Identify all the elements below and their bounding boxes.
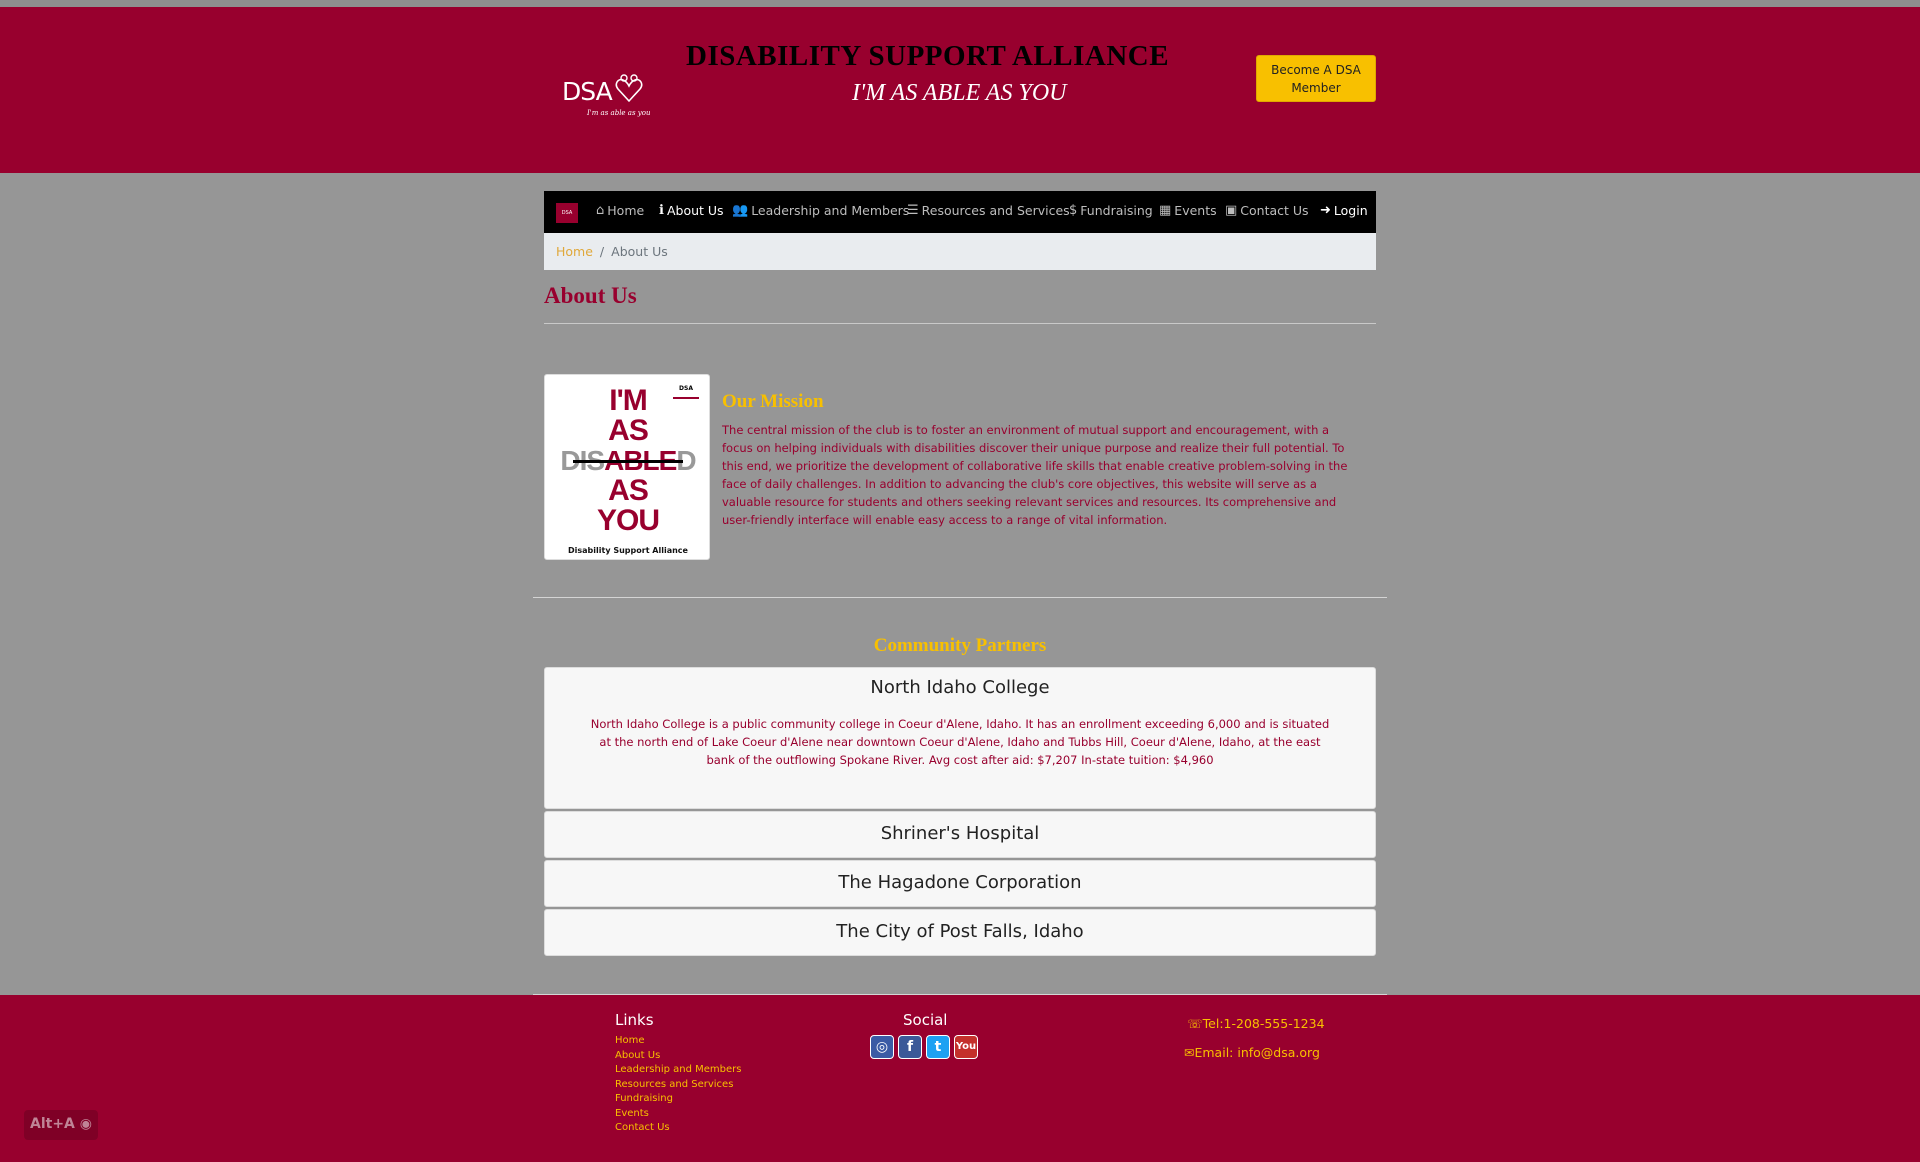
partner-name: North Idaho College [870, 677, 1050, 698]
logo-text: DSA [562, 77, 613, 106]
twitter-icon[interactable]: t [926, 1035, 950, 1059]
nav-label: Events [1174, 203, 1217, 218]
logo-tagline: I'm as able as you [587, 109, 651, 117]
footer-link-leadership[interactable]: Leadership and Members [615, 1063, 741, 1078]
nav-item-leadership[interactable]: 👥 Leadership and Members [732, 203, 909, 218]
info-icon: ℹ [659, 203, 664, 218]
partner-name: The City of Post Falls, Idaho [836, 921, 1084, 942]
footer-email[interactable]: ✉Email: info@dsa.org [1184, 1045, 1320, 1060]
breadcrumb-current: About Us [611, 244, 668, 259]
nav-item-contact[interactable]: ▣ Contact Us [1225, 203, 1309, 218]
site-footer: Links Home About Us Leadership and Membe… [0, 995, 1920, 1162]
partner-card-shriners-hospital[interactable]: Shriner's Hospital [544, 811, 1376, 858]
nav-item-home[interactable]: ⌂ Home [596, 203, 644, 218]
partner-name: The Hagadone Corporation [838, 872, 1082, 893]
footer-link-home[interactable]: Home [615, 1034, 741, 1049]
sign-in-icon: ➜ [1320, 203, 1331, 218]
accessibility-icon: ◉ [79, 1116, 92, 1132]
email-text: Email: info@dsa.org [1194, 1045, 1320, 1060]
calendar-icon: ▦ [1159, 203, 1172, 218]
heart-hands-icon [615, 74, 643, 103]
nav-label: Home [607, 203, 645, 218]
footer-link-fundraising[interactable]: Fundraising [615, 1092, 741, 1107]
partner-card-north-idaho-college[interactable]: North Idaho College North Idaho College … [544, 667, 1376, 809]
poster-footer: Disability Support Alliance [568, 546, 688, 555]
nav-label: Resources and Services [921, 203, 1070, 218]
home-icon: ⌂ [596, 203, 605, 218]
dsa-logo[interactable]: DSA I'm as able as you [560, 69, 660, 125]
divider [544, 323, 1376, 324]
partner-card-post-falls[interactable]: The City of Post Falls, Idaho [544, 909, 1376, 956]
phone-icon: ☏ [1187, 1016, 1203, 1031]
breadcrumb-home-link[interactable]: Home [556, 244, 593, 259]
nav-item-resources[interactable]: ☰ Resources and Services [907, 203, 1070, 218]
partner-name: Shriner's Hospital [880, 823, 1040, 844]
dollar-icon: $ [1069, 203, 1078, 218]
footer-link-about[interactable]: About Us [615, 1049, 741, 1064]
nav-label: Fundraising [1080, 203, 1153, 218]
instagram-icon[interactable]: ◎ [870, 1035, 894, 1059]
footer-phone[interactable]: ☏Tel:1-208-555-1234 [1187, 1016, 1325, 1031]
partner-description: North Idaho College is a public communit… [590, 717, 1330, 767]
nav-label: Leadership and Members [751, 203, 910, 218]
divider [533, 597, 1387, 598]
poster-line: AS [608, 414, 649, 447]
widget-label: Alt+A [30, 1116, 75, 1132]
envelope-icon: ✉ [1184, 1045, 1195, 1060]
social-icons: ◎ f t You [870, 1035, 978, 1059]
footer-links: Home About Us Leadership and Members Res… [615, 1034, 741, 1136]
poster-line: I'M [609, 384, 647, 417]
footer-social-heading: Social [903, 1011, 948, 1029]
partners-heading: Community Partners [873, 635, 1047, 656]
nav-item-login[interactable]: ➜ Login [1320, 203, 1368, 218]
youtube-icon[interactable]: You [954, 1035, 978, 1059]
mission-text: The central mission of the club is to fo… [722, 423, 1348, 527]
partner-card-hagadone[interactable]: The Hagadone Corporation [544, 860, 1376, 907]
nav-item-about-us[interactable]: ℹ About Us [659, 203, 724, 218]
nav-label: Login [1333, 203, 1368, 218]
footer-link-contact[interactable]: Contact Us [615, 1121, 741, 1136]
poster-line: AS [608, 474, 649, 507]
main-navbar: DSA ⌂ Home ℹ About Us 👥 Leadership and Memb… [544, 191, 1376, 233]
id-card-icon: ▣ [1225, 203, 1238, 218]
nav-label: Contact Us [1240, 203, 1309, 218]
page-title: About Us [544, 283, 637, 308]
mission-heading: Our Mission [722, 391, 824, 412]
site-slogan: I'M AS ABLE AS YOU [852, 80, 1067, 106]
breadcrumb: Home / About Us [544, 233, 1376, 270]
navbar-brand-logo[interactable]: DSA [556, 203, 578, 223]
poster-strike-line [573, 460, 683, 463]
phone-text: Tel:1-208-555-1234 [1202, 1016, 1325, 1031]
nav-item-fundraising[interactable]: $ Fundraising [1069, 203, 1153, 218]
site-header: DSA I'm as able as you DISABILITY SUPPOR… [0, 7, 1920, 173]
campaign-poster-image: DSA I'M AS DISABLED AS YOU Disability Su… [544, 374, 710, 560]
footer-links-heading: Links [615, 1011, 654, 1029]
list-icon: ☰ [907, 203, 919, 218]
nav-item-events[interactable]: ▦ Events [1159, 203, 1217, 218]
site-title: DISABILITY SUPPORT ALLIANCE [686, 40, 1170, 72]
nav-label: About Us [666, 203, 724, 218]
become-member-button[interactable]: Become A DSA Member [1256, 55, 1376, 102]
footer-link-resources[interactable]: Resources and Services [615, 1078, 741, 1093]
facebook-icon[interactable]: f [898, 1035, 922, 1059]
browser-top-strip [0, 0, 1920, 7]
accessibility-widget-button[interactable]: Alt+A ◉ [24, 1110, 98, 1140]
footer-link-events[interactable]: Events [615, 1107, 741, 1122]
users-icon: 👥 [732, 203, 749, 218]
breadcrumb-separator: / [599, 244, 605, 259]
poster-line: YOU [596, 504, 660, 537]
